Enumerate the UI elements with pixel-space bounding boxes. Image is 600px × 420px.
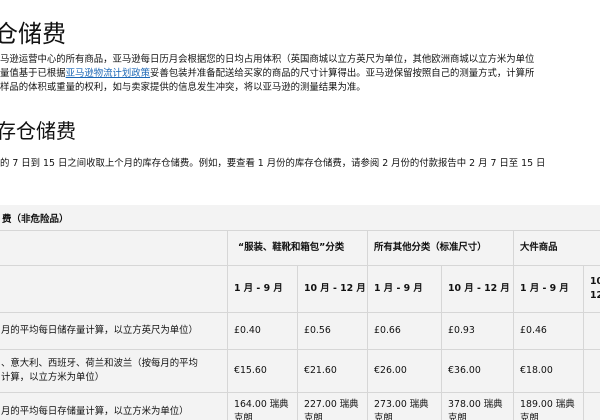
- fee-cell: £0.46: [513, 312, 585, 350]
- table-group-header-row: “服装、鞋靴和箱包”分类 所有其他分类（标准尺寸） 大件商品: [0, 230, 600, 266]
- intro-line-1: 马逊运营中心的所有商品，亚马逊每日历月会根据您的日均占用体积（英国商城以立方英尺…: [0, 54, 535, 65]
- fee-cell: £0.93: [441, 312, 515, 350]
- page-title: 仓储费: [0, 20, 66, 48]
- header-empty-cell: [0, 230, 228, 266]
- fee-cell: €18.00: [513, 349, 585, 393]
- fee-cell: €26.00: [367, 349, 443, 393]
- header-oversize-group: 大件商品: [513, 230, 600, 266]
- fee-cell: £0.40: [227, 312, 298, 350]
- table-row: 月的平均每日存储量计算，以立方米为单位） 164.00 瑞典 克朗 227.00…: [0, 392, 600, 420]
- fba-policy-link[interactable]: 亚马逊物流计划政策: [66, 68, 150, 79]
- intro-line-2: 量值基于已根据亚马逊物流计划政策妥善包装并准备配送给买家的商品的尺寸计算得出。亚…: [0, 67, 534, 81]
- period-jan-sep: 1 月 - 9 月: [513, 265, 585, 313]
- period-oct-dec: 10 月 - 12 月: [583, 265, 600, 313]
- period-jan-sep: 1 月 - 9 月: [367, 265, 443, 313]
- intro-line-2-end: 妥善包装并准备配送给买家的商品的尺寸计算得出。亚马逊保留按照自己的测量方式，计算…: [150, 68, 535, 79]
- header-apparel-group: “服装、鞋靴和箱包”分类: [226, 230, 369, 266]
- table-title: 费（非危险品）: [2, 214, 69, 225]
- fee-cell: [583, 312, 600, 350]
- fee-cell: £0.56: [296, 312, 369, 350]
- header-standard-group: 所有其他分类（标准尺寸）: [367, 230, 515, 266]
- row-label: 月的平均每日储存量计算，以立方英尺为单位）: [0, 312, 228, 350]
- storage-fee-table-panel: 费（非危险品） “服装、鞋靴和箱包”分类 所有其他分类（标准尺寸） 大件商品 1…: [0, 205, 600, 420]
- fee-cell: €21.60: [296, 349, 369, 393]
- fee-cell: 227.00 瑞典 克朗: [296, 392, 369, 420]
- fee-cell: 273.00 瑞典 克朗: [367, 392, 443, 420]
- fee-cell: €36.00: [441, 349, 515, 393]
- intro-line-3: 样品的体积或重量的权利，如与卖家提供的信息发生冲突，将以亚马逊的测量结果为准。: [0, 82, 366, 93]
- period-empty-cell: [0, 265, 228, 313]
- fee-cell: 189.00 瑞典 克朗: [513, 392, 585, 420]
- period-oct-dec: 10 月 - 12 月: [441, 265, 515, 313]
- table-period-header-row: 1 月 - 9 月 10 月 - 12 月 1 月 - 9 月 10 月 - 1…: [0, 265, 600, 313]
- period-jan-sep: 1 月 - 9 月: [227, 265, 298, 313]
- section-note: 的 7 日到 15 日之间收取上个月的库存仓储费。例如，要查看 1 月份的库存仓…: [0, 158, 546, 169]
- table-row: 、意大利、西班牙、荷兰和波兰（按每月的平均 计算，以立方米为单位） €15.60…: [0, 349, 600, 393]
- row-label: 、意大利、西班牙、荷兰和波兰（按每月的平均 计算，以立方米为单位）: [0, 349, 228, 393]
- fee-cell: £0.66: [367, 312, 443, 350]
- row-label: 月的平均每日存储量计算，以立方米为单位）: [0, 392, 228, 420]
- fee-cell: €15.60: [227, 349, 298, 393]
- fee-cell: [583, 392, 600, 420]
- fee-cell: 378.00 瑞典 克朗: [441, 392, 515, 420]
- table-row: 月的平均每日储存量计算，以立方英尺为单位） £0.40 £0.56 £0.66 …: [0, 312, 600, 350]
- section-heading: 存仓储费: [0, 119, 76, 143]
- intro-line-2-start: 量值基于已根据: [0, 68, 66, 79]
- storage-fee-table: “服装、鞋靴和箱包”分类 所有其他分类（标准尺寸） 大件商品 1 月 - 9 月…: [0, 230, 600, 420]
- fee-cell: 164.00 瑞典 克朗: [227, 392, 298, 420]
- period-oct-dec: 10 月 - 12 月: [296, 265, 369, 313]
- fee-cell: [583, 349, 600, 393]
